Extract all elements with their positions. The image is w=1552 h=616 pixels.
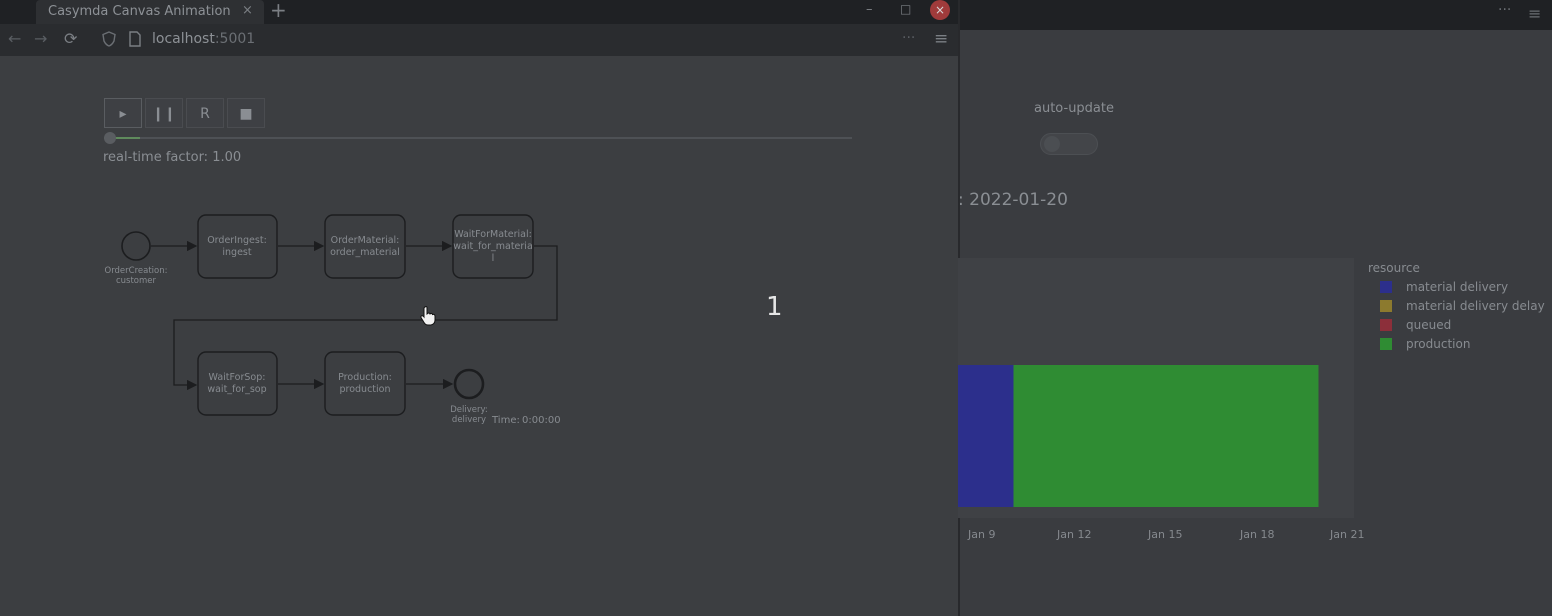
speed-slider-thumb[interactable] [104, 132, 116, 144]
legend-swatch [1380, 319, 1392, 331]
speed-slider[interactable] [104, 137, 852, 139]
stop-button[interactable]: ■ [227, 98, 265, 128]
url-port: :5001 [214, 31, 256, 47]
legend-swatch [1380, 338, 1392, 350]
play-button[interactable]: ▸ [104, 98, 142, 128]
url-field[interactable]: localhost:5001 [152, 31, 255, 47]
x-tick-label: Jan 15 [1148, 528, 1183, 541]
reload-icon[interactable]: ⟳ [64, 29, 77, 48]
new-tab-button[interactable]: + [270, 0, 287, 22]
forward-icon[interactable]: → [34, 29, 47, 48]
legend-title: resource [1368, 261, 1420, 275]
navigation-toolbar: ← → ⟳ localhost:5001 ··· ≡ [0, 24, 958, 56]
time-label: Time: [491, 415, 520, 426]
page-actions-icon[interactable]: ··· [1498, 2, 1511, 18]
back-icon[interactable]: ← [8, 29, 21, 48]
tab-title: Casymda Canvas Animation [48, 4, 231, 19]
task-label: Production: [338, 372, 392, 383]
tab-bar: Casymda Canvas Animation × + – □ × [0, 0, 958, 24]
start-event [121, 231, 151, 261]
legend-label: material delivery [1406, 280, 1509, 294]
x-tick-label: Jan 18 [1240, 528, 1275, 541]
hamburger-menu-icon[interactable]: ≡ [1528, 4, 1541, 23]
auto-update-toggle-knob [1044, 136, 1060, 152]
flow-arrow [173, 245, 558, 391]
task-label: OrderMaterial: [331, 235, 400, 246]
task-label: OrderIngest: [207, 235, 267, 246]
page-icon [129, 31, 141, 47]
gantt-chart [958, 365, 1319, 507]
legend-swatch [1380, 300, 1392, 312]
bar-material-delivery [958, 365, 1014, 507]
process-diagram: OrderCreation: customer OrderIngest: ing… [105, 214, 561, 426]
url-host: localhost [152, 31, 215, 47]
dashboard-toolbar [960, 0, 1552, 30]
page-actions-icon[interactable]: ··· [902, 30, 915, 46]
frame-counter: 1 [766, 292, 783, 322]
task-label: WaitForMaterial: [454, 229, 532, 240]
pause-button[interactable]: ❙❙ [145, 98, 183, 128]
chart-title: : 2022-01-20 [958, 190, 1068, 210]
x-tick-label: Jan 21 [1330, 528, 1365, 541]
task-label: order_material [330, 247, 400, 258]
tab-close-icon[interactable]: × [242, 3, 253, 18]
browser-tab[interactable]: Casymda Canvas Animation × [36, 0, 264, 24]
time-value: 0:00:00 [522, 415, 561, 426]
start-event-label: OrderCreation: [105, 266, 168, 276]
close-window-button[interactable]: × [930, 0, 950, 20]
hand-cursor-icon [420, 306, 436, 326]
task-label: wait_for_materia [453, 241, 533, 252]
task-label: ingest [222, 247, 251, 258]
auto-update-label: auto-update [1034, 101, 1114, 116]
legend-swatch [1380, 281, 1392, 293]
legend-label: queued [1406, 318, 1452, 332]
bar-production [1013, 365, 1319, 507]
task-label: production [339, 384, 390, 395]
start-event-label: customer [116, 276, 157, 286]
legend-label: material delivery delay [1406, 299, 1545, 313]
hamburger-menu-icon[interactable]: ≡ [934, 29, 948, 49]
x-tick-label: Jan 12 [1057, 528, 1092, 541]
end-event-label: delivery [452, 415, 486, 425]
task-label: l [492, 253, 495, 264]
maximize-button[interactable]: □ [900, 2, 911, 16]
x-tick-label: Jan 9 [968, 528, 996, 541]
legend-label: production [1406, 337, 1471, 351]
task-label: wait_for_sop [207, 384, 266, 395]
minimize-button[interactable]: – [866, 2, 873, 17]
end-event [453, 368, 485, 400]
real-time-factor-label: real-time factor: 1.00 [103, 150, 242, 165]
end-event-label: Delivery: [450, 405, 488, 415]
shield-icon [102, 31, 116, 47]
reset-button[interactable]: R [186, 98, 224, 128]
task-label: WaitForSop: [209, 372, 266, 383]
